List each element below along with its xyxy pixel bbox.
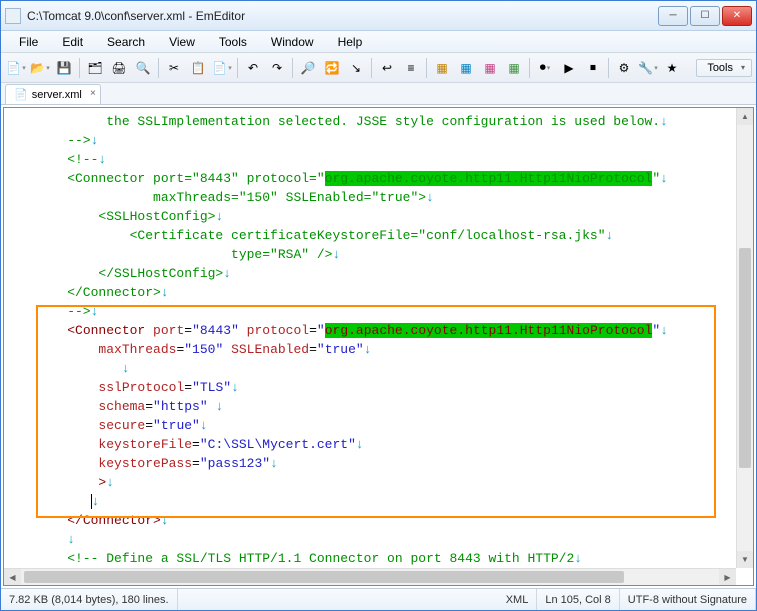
separator [426,58,427,78]
plugin1-icon[interactable]: ⚙ [613,57,635,79]
separator [529,58,530,78]
redo-icon[interactable]: ↷ [266,57,288,79]
separator [158,58,159,78]
replace-icon[interactable]: 🔁 [321,57,343,79]
cut-icon[interactable]: ✂ [163,57,185,79]
status-size: 7.82 KB (8,014 bytes), 180 lines. [1,589,178,610]
status-lang[interactable]: XML [498,589,538,610]
minimize-button[interactable]: ─ [658,6,688,26]
menu-help[interactable]: Help [328,33,373,51]
app-window: C:\Tomcat 9.0\conf\server.xml - EmEditor… [0,0,757,611]
panel3-icon[interactable]: ▦ [479,57,501,79]
save-icon[interactable]: 💾 [53,57,75,79]
statusbar: 7.82 KB (8,014 bytes), 180 lines. XML Ln… [1,588,756,610]
horizontal-scrollbar[interactable]: ◀ ▶ [4,568,736,585]
macro-play-icon[interactable]: ▶ [558,57,580,79]
menu-edit[interactable]: Edit [52,33,93,51]
tabbar: 📄 server.xml × [1,83,756,105]
vertical-scrollbar[interactable]: ▲ ▼ [736,108,753,568]
panel4-icon[interactable]: ▦ [503,57,525,79]
scroll-left-icon[interactable]: ◀ [4,569,21,585]
status-encoding[interactable]: UTF-8 without Signature [620,589,756,610]
editor-area[interactable]: the SSLImplementation selected. JSSE sty… [3,107,754,586]
paste-icon[interactable]: 📄▾ [211,57,233,79]
tab-label: server.xml [32,89,82,101]
panel1-icon[interactable]: ▦ [431,57,453,79]
separator [371,58,372,78]
window-title: C:\Tomcat 9.0\conf\server.xml - EmEditor [27,9,658,23]
line-numbers-icon[interactable]: ≡ [400,57,422,79]
status-spacer [178,589,498,610]
menu-view[interactable]: View [159,33,205,51]
code-editor[interactable]: the SSLImplementation selected. JSSE sty… [4,108,753,585]
macro-stop-icon[interactable]: ⏹ [582,57,604,79]
scroll-up-icon[interactable]: ▲ [737,108,753,125]
app-icon [5,8,21,24]
plugin2-icon[interactable]: 🔧▾ [637,57,659,79]
menu-search[interactable]: Search [97,33,155,51]
panel2-icon[interactable]: ▦ [455,57,477,79]
new-file-icon[interactable]: 📄▾ [5,57,27,79]
scroll-right-icon[interactable]: ▶ [719,569,736,585]
copy-icon[interactable]: 📋 [187,57,209,79]
tools-panel-toggle[interactable]: Tools [696,59,752,77]
menu-file[interactable]: File [9,33,48,51]
toolbar: 📄▾ 📂▾ 💾 🗂 🖨 🔍 ✂ 📋 📄▾ ↶ ↷ 🔎 🔁 ↘ ↩ ≡ ▦ ▦ ▦… [1,53,756,83]
macro-record-icon[interactable]: ⏺▾ [534,57,556,79]
scroll-thumb[interactable] [739,248,751,468]
tab-close-icon[interactable]: × [90,88,96,99]
close-button[interactable]: ✕ [722,6,752,26]
scroll-thumb[interactable] [24,571,624,583]
tab-server-xml[interactable]: 📄 server.xml × [5,84,101,104]
separator [79,58,80,78]
status-position[interactable]: Ln 105, Col 8 [537,589,619,610]
menu-tools[interactable]: Tools [209,33,257,51]
separator [292,58,293,78]
save-all-icon[interactable]: 🗂 [84,57,106,79]
menubar: File Edit Search View Tools Window Help [1,31,756,53]
separator [608,58,609,78]
menu-window[interactable]: Window [261,33,324,51]
titlebar: C:\Tomcat 9.0\conf\server.xml - EmEditor… [1,1,756,31]
find-icon[interactable]: 🔎 [297,57,319,79]
plugin3-icon[interactable]: ★ [661,57,683,79]
maximize-button[interactable]: ☐ [690,6,720,26]
print-icon[interactable]: 🖨 [108,57,130,79]
scroll-down-icon[interactable]: ▼ [737,551,753,568]
file-icon: 📄 [14,88,28,101]
undo-icon[interactable]: ↶ [242,57,264,79]
separator [237,58,238,78]
preview-icon[interactable]: 🔍 [132,57,154,79]
goto-icon[interactable]: ↘ [345,57,367,79]
open-file-icon[interactable]: 📂▾ [29,57,51,79]
wrap-icon[interactable]: ↩ [376,57,398,79]
